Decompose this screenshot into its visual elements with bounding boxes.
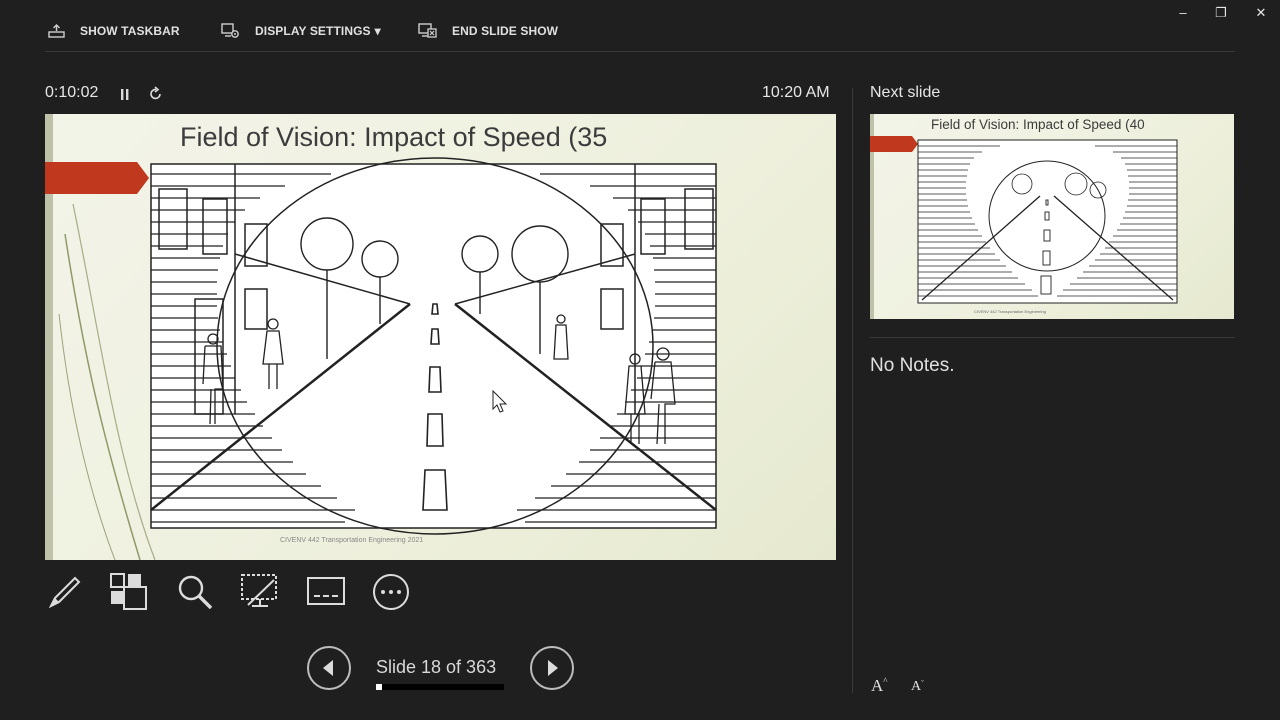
current-slide[interactable]: Field of Vision: Impact of Speed (35 CIV… bbox=[45, 114, 836, 560]
slide-title: Field of Vision: Impact of Speed (35 bbox=[180, 122, 608, 152]
decrease-font-icon: ˇ bbox=[921, 679, 924, 688]
restart-icon[interactable] bbox=[148, 84, 164, 104]
increase-font-icon: ^ bbox=[883, 676, 888, 686]
slide-progress-bar bbox=[376, 684, 504, 690]
next-slide-artwork: CIVENV 442 Transportation Engineering bbox=[870, 114, 1178, 319]
pen-icon[interactable] bbox=[45, 572, 85, 612]
close-button[interactable]: ✕ bbox=[1251, 4, 1271, 22]
notes-divider bbox=[870, 337, 1235, 338]
previous-icon bbox=[323, 660, 333, 676]
end-slide-show-button[interactable]: END SLIDE SHOW bbox=[418, 20, 558, 42]
panel-divider bbox=[852, 88, 853, 693]
next-icon bbox=[548, 660, 558, 676]
slide-footer: CIVENV 442 Transportation Engineering 20… bbox=[280, 537, 424, 544]
subtitles-icon[interactable] bbox=[306, 572, 346, 612]
toolbar-divider bbox=[45, 51, 1235, 52]
chevron-down-icon: ▾ bbox=[374, 24, 381, 38]
more-options-icon[interactable] bbox=[371, 572, 411, 612]
increase-font-label: A bbox=[871, 676, 884, 695]
speaker-notes: No Notes. bbox=[870, 355, 955, 376]
next-slide-label: Next slide bbox=[870, 84, 941, 101]
all-slides-icon[interactable] bbox=[109, 572, 149, 612]
display-settings-icon bbox=[221, 23, 239, 38]
slide-progress-fill bbox=[376, 684, 383, 690]
show-taskbar-button[interactable]: SHOW TASKBAR bbox=[48, 20, 180, 42]
slide-counter[interactable]: Slide 18 of 363 bbox=[376, 657, 496, 678]
previous-slide-button[interactable] bbox=[307, 646, 351, 690]
next-slide-title: Field of Vision: Impact of Speed (40 bbox=[931, 117, 1145, 132]
decrease-font-button[interactable]: Aˇ bbox=[911, 679, 924, 695]
display-settings-label: DISPLAY SETTINGS bbox=[255, 24, 371, 38]
decrease-font-label: A bbox=[911, 679, 922, 694]
slide-artwork bbox=[45, 114, 717, 560]
next-slide-button[interactable] bbox=[530, 646, 574, 690]
svg-text:CIVENV 442 Transportation Engi: CIVENV 442 Transportation Engineering bbox=[974, 309, 1046, 314]
end-show-icon bbox=[418, 23, 437, 38]
black-screen-icon[interactable] bbox=[240, 572, 280, 612]
next-slide-preview[interactable]: CIVENV 442 Transportation Engineering Fi… bbox=[870, 114, 1234, 319]
zoom-icon[interactable] bbox=[175, 572, 215, 612]
minimize-button[interactable]: – bbox=[1173, 4, 1193, 22]
restore-button[interactable]: ❐ bbox=[1211, 4, 1231, 22]
pause-icon[interactable] bbox=[117, 84, 133, 104]
display-settings-button[interactable]: DISPLAY SETTINGS ▾ bbox=[221, 20, 381, 42]
show-taskbar-label: SHOW TASKBAR bbox=[80, 24, 180, 38]
elapsed-timer: 0:10:02 bbox=[45, 84, 99, 101]
taskbar-icon bbox=[48, 24, 65, 38]
end-slide-show-label: END SLIDE SHOW bbox=[452, 24, 559, 38]
clock: 10:20 AM bbox=[762, 84, 830, 101]
increase-font-button[interactable]: A^ bbox=[871, 676, 888, 696]
